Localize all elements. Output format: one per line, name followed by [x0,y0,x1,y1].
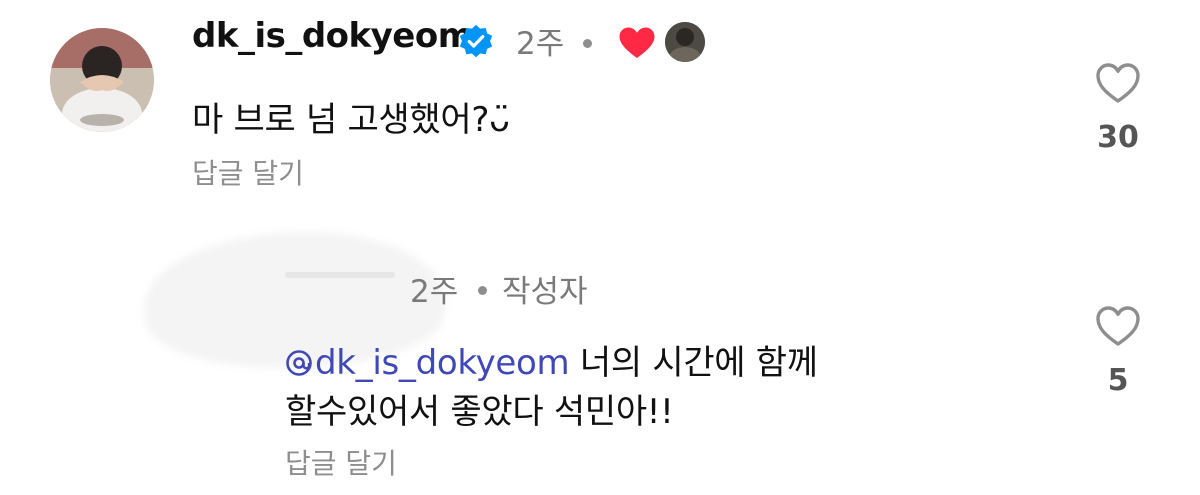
comment-timestamp: 2주 [516,26,565,62]
creator-avatar [665,22,705,62]
like-count: 30 [1097,120,1139,155]
commenter-username[interactable]: dk_is_dokyeom [192,16,473,56]
mention-link[interactable]: dk_is_dokyeom [285,343,570,383]
commenter-avatar[interactable] [50,28,154,132]
separator-dot [478,286,487,295]
reply-button[interactable]: 답글 달기 [192,152,304,192]
heart-outline-icon[interactable] [1095,305,1141,347]
threads-at-icon [286,350,312,376]
reply-button[interactable]: 답글 달기 [285,442,397,482]
author-label: 작성자 [502,274,588,310]
creator-liked-heart-icon [618,26,656,60]
like-control[interactable]: 30 [1088,62,1148,155]
separator-dot [583,39,592,48]
reply-text-line1: dk_is_dokyeom 너의 시간에 함께 [285,335,818,384]
redacted-username [285,272,395,278]
heart-outline-icon[interactable] [1095,62,1141,104]
like-control[interactable]: 5 [1088,305,1148,398]
reply-text-segment: 너의 시간에 함께 [579,343,818,383]
mention-username[interactable]: dk_is_dokyeom [315,343,570,383]
reply-text-line2: 할수있어서 좋았다 석민아!! [285,392,674,432]
reply-timestamp: 2주 [410,274,459,310]
like-count: 5 [1107,363,1129,398]
verified-badge-icon [458,24,494,60]
comment-text: 마 브로 넘 고생했어?ᴗ̈ [192,100,510,140]
